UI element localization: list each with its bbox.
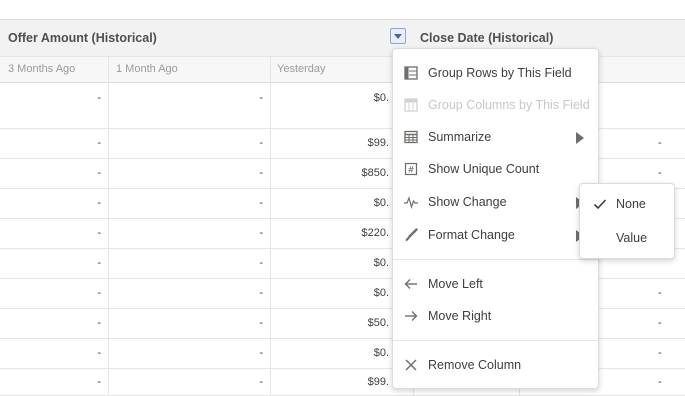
arrow-left-icon [404, 279, 417, 289]
cell-yesterday: $0. [373, 257, 389, 269]
menu-divider [393, 259, 598, 260]
brush-icon [405, 228, 418, 241]
cell-yesterday: $0. [373, 347, 389, 359]
cell-3-months-ago: - [97, 347, 101, 359]
cell-1-month-ago: - [259, 347, 263, 359]
cell-yesterday: $850. [361, 167, 389, 179]
offer-amount-header[interactable]: Offer Amount (Historical) [8, 31, 157, 45]
menu-item-show-unique-count[interactable]: # Show Unique Count [393, 155, 598, 183]
svg-text:#: # [407, 166, 414, 176]
submenu-item-label: None [616, 197, 646, 211]
menu-item-label: Group Columns by This Field [428, 98, 590, 112]
cell-close-date: - [658, 167, 662, 179]
cell-1-month-ago: - [259, 227, 263, 239]
menu-item-move-left[interactable]: Move Left [393, 270, 598, 298]
menu-item-label: Summarize [428, 130, 492, 144]
cell-1-month-ago: - [259, 167, 263, 179]
cell-yesterday: $220. [361, 227, 389, 239]
submenu-item-value[interactable]: Value [580, 224, 674, 252]
col-1-month-ago-header[interactable]: 1 Month Ago [116, 63, 178, 75]
menu-item-remove-column[interactable]: Remove Column [393, 351, 598, 379]
summarize-icon [404, 130, 418, 144]
menu-divider [393, 340, 598, 341]
cell-3-months-ago: - [97, 257, 101, 269]
cell-yesterday: $99. [367, 137, 389, 149]
cell-close-date: - [658, 317, 662, 329]
menu-item-format-change[interactable]: Format Change [393, 221, 598, 249]
cell-3-months-ago: - [97, 197, 101, 209]
cell-1-month-ago: - [259, 197, 263, 209]
cell-close-date: - [658, 287, 662, 299]
submenu-arrow-icon [576, 132, 584, 144]
menu-item-label: Move Left [428, 277, 483, 291]
chevron-down-icon [394, 34, 402, 39]
submenu-item-label: Value [616, 231, 648, 245]
cell-1-month-ago: - [259, 317, 263, 329]
unique-count-icon: # [404, 162, 418, 176]
group-rows-icon [404, 66, 418, 80]
cell-yesterday: $50. [367, 317, 389, 329]
close-icon [405, 359, 417, 371]
menu-item-label: Remove Column [428, 358, 522, 372]
arrow-right-icon [405, 311, 418, 321]
menu-item-summarize[interactable]: Summarize [393, 123, 598, 151]
column-menu-button[interactable] [390, 28, 406, 44]
menu-item-label: Move Right [428, 309, 492, 323]
menu-item-label: Group Rows by This Field [428, 66, 572, 80]
submenu-item-none[interactable]: None [580, 190, 674, 218]
cell-close-date: - [658, 137, 662, 149]
menu-item-label: Show Unique Count [428, 162, 540, 176]
col-3-months-ago-header[interactable]: 3 Months Ago [8, 63, 75, 75]
cell-yesterday: $0. [373, 287, 389, 299]
menu-item-label: Show Change [428, 195, 507, 209]
pulse-icon [404, 196, 418, 209]
cell-3-months-ago: - [97, 287, 101, 299]
cell-yesterday: $99. [367, 376, 389, 388]
menu-item-group-columns: Group Columns by This Field [393, 91, 598, 119]
menu-item-show-change[interactable]: Show Change [393, 188, 598, 216]
cell-3-months-ago: - [97, 376, 101, 388]
menu-item-group-rows[interactable]: Group Rows by This Field [393, 59, 598, 87]
show-change-submenu: None Value [579, 183, 675, 259]
menu-item-label: Format Change [428, 228, 515, 242]
cell-3-months-ago: - [97, 317, 101, 329]
cell-1-month-ago: - [259, 137, 263, 149]
menu-item-move-right[interactable]: Move Right [393, 302, 598, 330]
cell-yesterday: $0. [373, 197, 389, 209]
col-yesterday-header[interactable]: Yesterday [277, 63, 326, 75]
close-date-header[interactable]: Close Date (Historical) [420, 31, 553, 45]
cell-yesterday: $0. [373, 92, 389, 104]
cell-close-date: - [658, 376, 662, 388]
checkmark-icon [593, 199, 607, 210]
cell-close-date: - [658, 347, 662, 359]
group-columns-icon [404, 98, 418, 112]
cell-1-month-ago: - [259, 92, 263, 104]
cell-3-months-ago: - [97, 227, 101, 239]
cell-1-month-ago: - [259, 257, 263, 269]
cell-3-months-ago: - [97, 92, 101, 104]
cell-1-month-ago: - [259, 287, 263, 299]
top-bar [0, 0, 685, 20]
cell-3-months-ago: - [97, 137, 101, 149]
cell-3-months-ago: - [97, 167, 101, 179]
cell-1-month-ago: - [259, 376, 263, 388]
column-menu: Group Rows by This Field Group Columns b… [392, 48, 599, 389]
